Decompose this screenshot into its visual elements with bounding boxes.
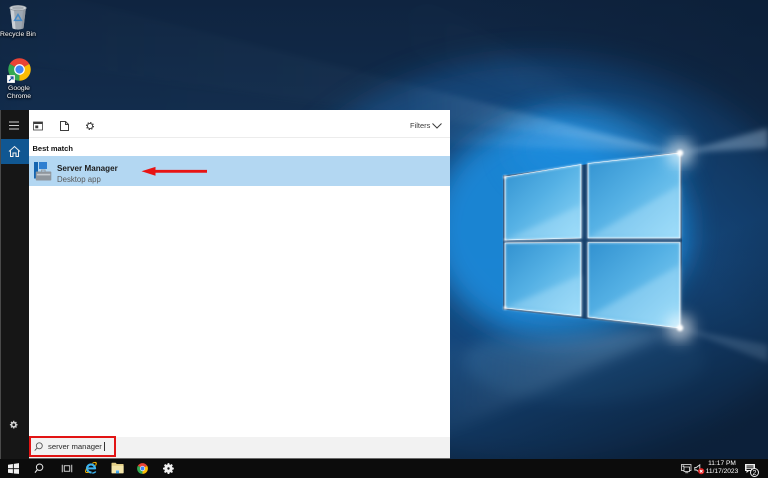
svg-text:2: 2: [753, 470, 757, 477]
